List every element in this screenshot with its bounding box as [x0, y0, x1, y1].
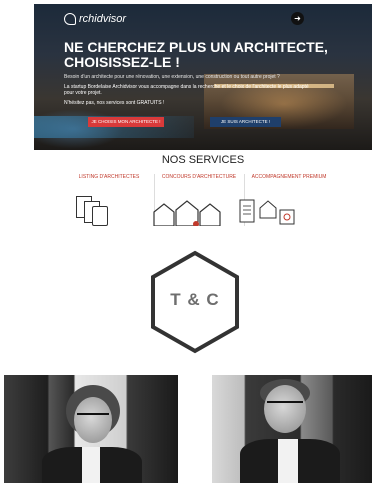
site-logo[interactable]: rchidvisor — [64, 13, 126, 25]
hero-headline: NE CHERCHEZ PLUS UN ARCHITECTE, CHOISISS… — [64, 39, 328, 70]
choose-architect-button[interactable]: JE CHOISIS MON ARCHITECTE ! — [88, 117, 164, 127]
badge-text: T & C — [170, 290, 220, 309]
i-am-architect-button[interactable]: JE SUIS ARCHITECTE ! — [210, 117, 281, 127]
hero-lead-free: N'hésitez pas, nos services sont GRATUIT… — [64, 100, 165, 106]
service-contest-label: CONCOURS D'ARCHITECTURE — [161, 174, 237, 180]
hero-lead-startup: La startup Bordelaise Archidvisor vous a… — [64, 84, 309, 96]
tc-hexagon-badge: T & C — [150, 250, 240, 354]
portrait-right — [212, 375, 372, 483]
logo-text: rchidvisor — [79, 13, 127, 25]
service-listing[interactable]: LISTING D'ARCHITECTES — [64, 174, 154, 180]
hero-banner: rchidvisor ➜ NE CHERCHEZ PLUS UN ARCHITE… — [34, 4, 372, 150]
service-premium-label: ACCOMPAGNEMENT PREMIUM — [251, 174, 327, 180]
website-screenshot: rchidvisor ➜ NE CHERCHEZ PLUS UN ARCHITE… — [34, 4, 372, 226]
arrow-right-icon[interactable]: ➜ — [291, 12, 304, 25]
service-listing-label: LISTING D'ARCHITECTES — [78, 174, 140, 180]
logo-icon — [64, 13, 76, 25]
portrait-left — [4, 375, 178, 483]
service-contest[interactable]: CONCOURS D'ARCHITECTURE — [154, 174, 244, 180]
service-premium[interactable]: ACCOMPAGNEMENT PREMIUM — [244, 174, 334, 180]
hero-lead: Besoin d'un architecte pour une rénovati… — [64, 74, 280, 80]
services-title: NOS SERVICES — [161, 154, 245, 166]
